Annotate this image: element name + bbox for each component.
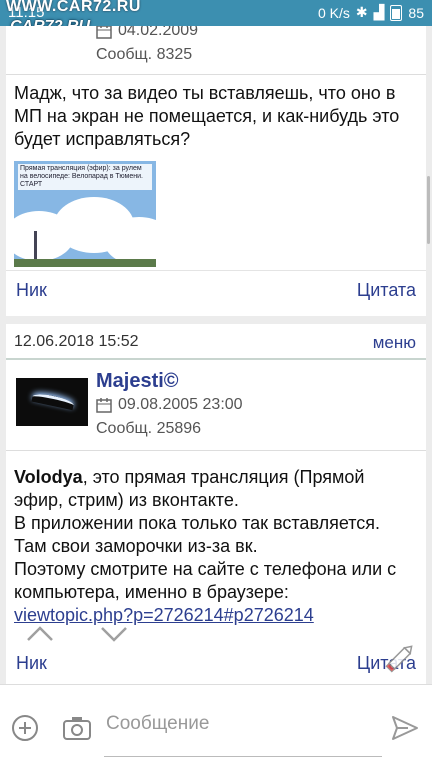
post-count: Сообщ. 8325 xyxy=(96,46,193,63)
ground xyxy=(14,259,156,267)
post-card: 12.06.2018 15:52 меню Majesti© 09.08.200… xyxy=(6,324,426,684)
status-icons: 0 K/s ✱ ▟ 85 xyxy=(318,4,424,21)
post-header: 12.06.2018 15:52 меню xyxy=(6,324,426,360)
chevron-down-icon[interactable] xyxy=(96,616,132,650)
post-link[interactable]: viewtopic.php?p=2726214#p2726214 xyxy=(14,605,314,625)
scrollbar[interactable] xyxy=(427,176,430,244)
post-text: Мадж, что за видео ты вставляешь, что он… xyxy=(14,83,400,149)
signal-icon: ▟ xyxy=(373,4,385,20)
topic-content[interactable]: 04.02.2009 Сообщ. 8325 Мадж, что за виде… xyxy=(0,26,432,684)
post-timestamp: 12.06.2018 15:52 xyxy=(14,333,139,350)
text-line: Поэтому смотрите на сайте с телефона или… xyxy=(14,559,397,602)
thumbnail-caption: Прямая трансляция (эфир): за рулем на ве… xyxy=(18,164,152,190)
chevron-up-icon[interactable] xyxy=(22,616,58,650)
registration-date: 04.02.2009 xyxy=(96,26,198,40)
post-text: Volodya, это прямая трансляция (Прямой э… xyxy=(14,467,397,625)
post-count: Сообщ. 25896 xyxy=(96,420,202,437)
registration-date: 09.08.2005 23:00 xyxy=(96,396,243,414)
post-footer: Ник Цитата xyxy=(6,644,426,684)
text-line: В приложении пока только так вставляется… xyxy=(14,513,381,533)
avatar-glow xyxy=(31,391,75,411)
message-composer: Сообщение xyxy=(0,684,432,768)
message-input[interactable]: Сообщение xyxy=(106,713,209,735)
network-speed: 0 K/s xyxy=(318,4,350,21)
calendar-icon xyxy=(96,26,112,39)
watermark: WWW.CAR72.RU xyxy=(6,0,141,15)
username[interactable]: Majesti© xyxy=(96,370,179,393)
text-line: Там свои заморочки из-за вк. xyxy=(14,536,258,556)
divider xyxy=(6,74,426,75)
pencil-icon[interactable] xyxy=(382,638,420,676)
post-footer: Ник Цитата xyxy=(6,270,426,310)
divider xyxy=(6,450,426,451)
calendar-icon xyxy=(96,398,112,413)
avatar[interactable] xyxy=(16,378,88,426)
bluetooth-icon: ✱ xyxy=(355,4,368,20)
quote-link[interactable]: Цитата xyxy=(357,280,416,301)
add-circle-icon[interactable] xyxy=(10,713,40,743)
nick-link[interactable]: Ник xyxy=(16,280,47,301)
post-menu-button[interactable]: меню xyxy=(373,333,416,353)
battery-icon xyxy=(390,4,403,21)
battery-level: 85 xyxy=(408,4,424,21)
cloud xyxy=(104,217,156,265)
camera-icon[interactable] xyxy=(62,715,92,741)
post-card: 04.02.2009 Сообщ. 8325 Мадж, что за виде… xyxy=(6,26,426,316)
nick-link[interactable]: Ник xyxy=(16,653,47,674)
video-thumbnail[interactable]: Прямая трансляция (эфир): за рулем на ве… xyxy=(14,161,156,267)
input-underline xyxy=(104,756,382,757)
mention[interactable]: Volodya xyxy=(14,467,83,487)
send-icon[interactable] xyxy=(390,713,420,743)
